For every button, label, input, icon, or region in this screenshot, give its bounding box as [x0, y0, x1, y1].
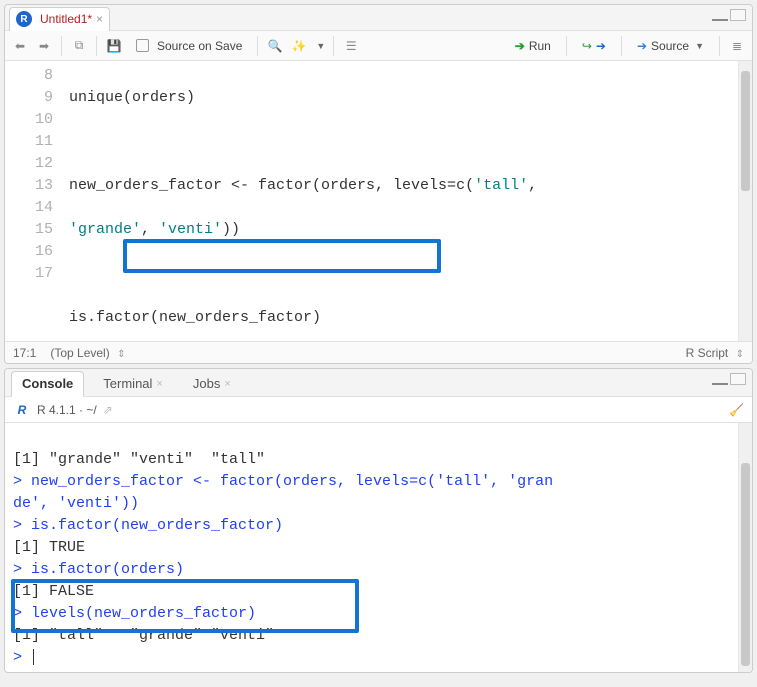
tab-console-label: Console — [22, 376, 73, 391]
forward-icon[interactable]: ➡ — [35, 37, 53, 55]
code-line: unique(orders) — [69, 87, 732, 109]
console-line: [1] "grande" "venti" "tall" — [13, 451, 265, 468]
save-icon[interactable]: 💾 — [105, 37, 123, 55]
editor-toolbar: ⬅ ➡ ⧉ 💾 Source on Save 🔍 ✨ ▼ ☰ ➔ Run ↪ ➔… — [5, 31, 752, 61]
line-number: 14 — [5, 197, 53, 219]
line-number: 12 — [5, 153, 53, 175]
back-icon[interactable]: ⬅ — [11, 37, 29, 55]
console-line: [1] "tall" "grande" "venti" — [13, 627, 274, 644]
maximize-pane-icon[interactable] — [730, 373, 746, 385]
pane-window-controls[interactable] — [712, 9, 746, 21]
console-scrollbar[interactable] — [738, 423, 752, 672]
editor-scrollbar[interactable] — [738, 61, 752, 341]
wand-icon[interactable]: ✨ — [290, 37, 308, 55]
source-label: Source — [651, 39, 689, 53]
pane-window-controls[interactable] — [712, 373, 746, 385]
editor-status-bar: 17:1 (Top Level) ⇕ R Script ⇕ — [5, 341, 752, 363]
run-arrow-icon: ➔ — [515, 39, 525, 53]
language-stepper-icon[interactable]: ⇕ — [736, 349, 744, 360]
language-mode[interactable]: R Script — [686, 346, 729, 360]
scrollbar-thumb[interactable] — [741, 463, 750, 666]
console-header: R R 4.1.1 · ~/ ⇗ 🧹 — [5, 397, 752, 423]
source-menu-caret[interactable]: ▼ — [695, 41, 704, 51]
console-line: [1] TRUE — [13, 539, 85, 556]
show-in-new-window-icon[interactable]: ⧉ — [70, 37, 88, 55]
tab-jobs[interactable]: Jobs × — [182, 371, 242, 397]
code-line — [69, 131, 732, 153]
code-body[interactable]: unique(orders) new_orders_factor <- fact… — [63, 61, 738, 341]
clear-console-icon[interactable]: 🧹 — [729, 403, 744, 417]
code-line — [69, 263, 732, 285]
line-number: 16 — [5, 241, 53, 263]
code-line: new_orders_factor <- factor(orders, leve… — [69, 175, 732, 197]
close-tab-icon[interactable]: × — [224, 378, 230, 390]
run-label: Run — [529, 39, 551, 53]
source-arrow-icon: ➔ — [637, 39, 647, 53]
rerun-blue-arrow-icon: ➔ — [596, 39, 606, 53]
code-line: is.factor(new_orders_factor) — [69, 307, 732, 329]
console-tab-bar: Console Terminal × Jobs × — [5, 369, 752, 397]
run-button[interactable]: ➔ Run — [508, 36, 558, 56]
editor-tab[interactable]: R Untitled1* × — [9, 7, 110, 31]
console-line: [1] FALSE — [13, 583, 94, 600]
r-file-icon: R — [16, 11, 32, 27]
tab-terminal[interactable]: Terminal × — [92, 371, 174, 397]
scope-indicator[interactable]: (Top Level) — [50, 346, 109, 360]
source-on-save-toggle[interactable]: Source on Save — [129, 36, 249, 56]
cursor-position: 17:1 — [13, 346, 36, 360]
outline-toggle-icon[interactable]: ≣ — [728, 37, 746, 55]
code-line: 'grande', 'venti')) — [69, 219, 732, 241]
minimize-pane-icon[interactable] — [712, 373, 728, 385]
find-icon[interactable]: 🔍 — [266, 37, 284, 55]
r-logo-icon: R — [13, 403, 31, 417]
line-number: 13 — [5, 175, 53, 197]
go-to-dir-icon[interactable]: ⇗ — [103, 403, 113, 417]
tab-console[interactable]: Console — [11, 371, 84, 397]
tab-terminal-label: Terminal — [103, 376, 152, 391]
rerun-button[interactable]: ↪ ➔ — [575, 36, 613, 56]
console-output[interactable]: [1] "grande" "venti" "tall" > new_orders… — [5, 423, 752, 672]
line-gutter: 8 9 10 11 12 13 14 15 16 17 — [5, 61, 63, 341]
code-editor[interactable]: 8 9 10 11 12 13 14 15 16 17 unique(order… — [5, 61, 752, 341]
maximize-pane-icon[interactable] — [730, 9, 746, 21]
close-tab-icon[interactable]: × — [156, 378, 162, 390]
wand-menu-caret[interactable]: ▼ — [316, 41, 325, 51]
source-editor-pane: R Untitled1* × ⬅ ➡ ⧉ 💾 Source on Save 🔍 … — [4, 4, 753, 364]
line-number: 11 — [5, 131, 53, 153]
r-version-path: R 4.1.1 · ~/ — [37, 403, 97, 417]
scrollbar-thumb[interactable] — [741, 71, 750, 191]
line-number: 17 — [5, 263, 53, 285]
console-line: > new_orders_factor <- factor(orders, le… — [13, 473, 553, 490]
editor-tab-bar: R Untitled1* × — [5, 5, 752, 31]
source-on-save-label: Source on Save — [157, 39, 242, 53]
checkbox-icon[interactable] — [136, 39, 149, 52]
console-prompt[interactable]: > — [13, 649, 34, 666]
console-line: de', 'venti')) — [13, 495, 139, 512]
console-pane: Console Terminal × Jobs × R R 4.1.1 · ~/… — [4, 368, 753, 673]
line-number: 9 — [5, 87, 53, 109]
console-line: > is.factor(new_orders_factor) — [13, 517, 283, 534]
tab-jobs-label: Jobs — [193, 376, 220, 391]
outline-icon[interactable]: ☰ — [342, 37, 360, 55]
tab-title: Untitled1* — [40, 12, 92, 26]
cursor — [33, 649, 34, 665]
rerun-green-arrow-icon: ↪ — [582, 39, 592, 53]
scope-stepper-icon[interactable]: ⇕ — [117, 349, 125, 360]
console-line: > is.factor(orders) — [13, 561, 184, 578]
minimize-pane-icon[interactable] — [712, 9, 728, 21]
line-number: 15 — [5, 219, 53, 241]
close-tab-icon[interactable]: × — [96, 12, 103, 26]
console-line: > levels(new_orders_factor) — [13, 605, 256, 622]
line-number: 8 — [5, 65, 53, 87]
source-button[interactable]: ➔ Source ▼ — [630, 36, 711, 56]
line-number: 10 — [5, 109, 53, 131]
